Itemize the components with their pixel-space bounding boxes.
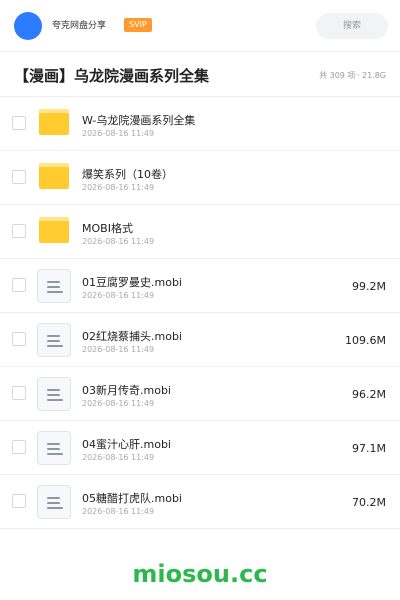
item-date: 2026-08-16 11:49 (82, 183, 155, 192)
document-icon (37, 269, 71, 303)
total-size: 21.8G (361, 71, 386, 80)
item-size: 109.6M (345, 334, 386, 347)
list-item[interactable]: MOBI格式 2026-08-16 11:49 (0, 205, 400, 259)
document-icon (37, 431, 71, 465)
svip-badge: SVIP (124, 18, 152, 32)
item-name: 01豆腐罗曼史.mobi (82, 276, 182, 289)
item-date: 2026-08-16 11:49 (82, 291, 155, 300)
row-checkbox[interactable] (12, 332, 26, 346)
row-checkbox[interactable] (12, 386, 26, 400)
username: 夸克网盘分享 (52, 21, 107, 31)
item-name: 03新月传奇.mobi (82, 384, 171, 397)
folder-header: 【漫画】乌龙院漫画系列全集 共 309 项 · 21.8G (0, 53, 400, 97)
row-checkbox[interactable] (12, 440, 26, 454)
row-checkbox[interactable] (12, 494, 26, 508)
meta-separator: · (357, 71, 360, 80)
document-icon (37, 485, 71, 519)
document-icon (37, 323, 71, 357)
item-date: 2026-08-16 11:49 (82, 453, 155, 462)
item-date: 2026-08-16 11:49 (82, 399, 155, 408)
folder-meta: 共 309 项 · 21.8G (319, 70, 386, 81)
item-size: 96.2M (352, 388, 386, 401)
search-button[interactable]: 搜索 (316, 13, 388, 39)
row-checkbox[interactable] (12, 116, 26, 130)
folder-icon (39, 163, 69, 189)
watermark: miosou.cc (132, 560, 268, 588)
row-checkbox[interactable] (12, 170, 26, 184)
list-item[interactable]: 01豆腐罗曼史.mobi 2026-08-16 11:49 99.2M (0, 259, 400, 313)
list-item[interactable]: 02红烧蔡捕头.mobi 2026-08-16 11:49 109.6M (0, 313, 400, 367)
folder-icon (39, 109, 69, 135)
row-checkbox[interactable] (12, 224, 26, 238)
item-name: 爆笑系列（10卷） (82, 168, 173, 181)
item-name: MOBI格式 (82, 222, 133, 235)
item-size: 99.2M (352, 280, 386, 293)
file-list: W-乌龙院漫画系列全集 2026-08-16 11:49 爆笑系列（10卷） 2… (0, 97, 400, 529)
item-name: W-乌龙院漫画系列全集 (82, 114, 196, 127)
item-name: 05糖醋打虎队.mobi (82, 492, 182, 505)
item-date: 2026-08-16 11:49 (82, 507, 155, 516)
item-date: 2026-08-16 11:49 (82, 237, 155, 246)
list-item[interactable]: 05糖醋打虎队.mobi 2026-08-16 11:49 70.2M (0, 475, 400, 529)
item-date: 2026-08-16 11:49 (82, 129, 155, 138)
folder-icon (39, 217, 69, 243)
item-name: 04蜜汁心肝.mobi (82, 438, 171, 451)
item-size: 70.2M (352, 496, 386, 509)
list-item[interactable]: 03新月传奇.mobi 2026-08-16 11:49 96.2M (0, 367, 400, 421)
document-icon (37, 377, 71, 411)
avatar[interactable] (14, 12, 42, 40)
item-date: 2026-08-16 11:49 (82, 345, 155, 354)
list-item[interactable]: 爆笑系列（10卷） 2026-08-16 11:49 (0, 151, 400, 205)
item-size: 97.1M (352, 442, 386, 455)
list-item[interactable]: 04蜜汁心肝.mobi 2026-08-16 11:49 97.1M (0, 421, 400, 475)
item-name: 02红烧蔡捕头.mobi (82, 330, 182, 343)
top-bar: 夸克网盘分享 SVIP 搜索 (0, 0, 400, 52)
item-count: 共 309 项 (319, 71, 356, 80)
list-item[interactable]: W-乌龙院漫画系列全集 2026-08-16 11:49 (0, 97, 400, 151)
row-checkbox[interactable] (12, 278, 26, 292)
page-title: 【漫画】乌龙院漫画系列全集 (14, 67, 210, 85)
